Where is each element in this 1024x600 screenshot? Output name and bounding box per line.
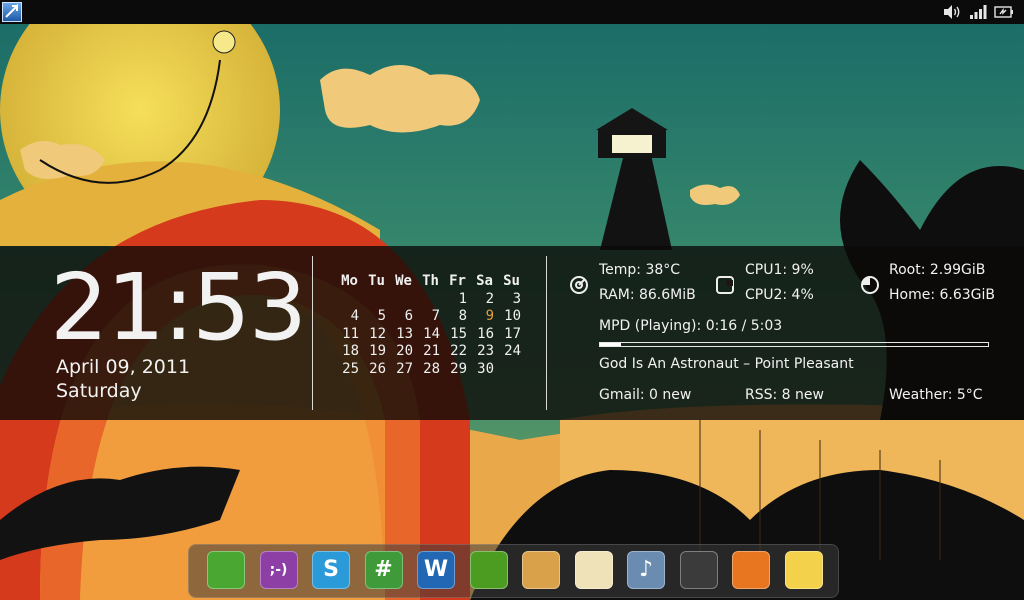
calendar-day: 30 bbox=[477, 360, 494, 377]
calendar-day: 21 bbox=[423, 343, 440, 359]
signal-icon[interactable] bbox=[969, 4, 987, 20]
gmail-count: Gmail: 0 new bbox=[599, 387, 692, 403]
calendar: Mo Tu We Th Fr Sa Su 1 2 3 4 5 6 7 8 9 10 11 12 13 14 15 16 17 1… bbox=[336, 273, 522, 378]
calendar-day: 12 bbox=[369, 325, 386, 342]
calendar-weekday: Th bbox=[422, 273, 439, 289]
divider bbox=[312, 256, 313, 410]
skype-icon[interactable]: S bbox=[312, 551, 350, 589]
volume-icon[interactable] bbox=[942, 4, 962, 20]
calendar-weekday: Tu bbox=[368, 273, 385, 289]
calendar-day: 23 bbox=[477, 343, 494, 359]
paint-icon[interactable] bbox=[522, 551, 560, 589]
calendar-today: 9 bbox=[485, 308, 494, 324]
cpu2-readout: CPU2: 4% bbox=[745, 287, 814, 303]
calendar-day: 20 bbox=[396, 343, 413, 359]
calendar-day: 10 bbox=[504, 308, 521, 324]
gwibber-icon[interactable] bbox=[207, 551, 245, 589]
calendar-day bbox=[336, 291, 363, 309]
calendar-day: 26 bbox=[369, 360, 386, 377]
disk-icon bbox=[860, 275, 880, 299]
calendar-day: 8 bbox=[458, 308, 467, 324]
pidgin-icon[interactable]: ;-) bbox=[259, 551, 298, 589]
calendar-day: 4 bbox=[350, 308, 359, 324]
top-panel bbox=[0, 0, 1024, 24]
divider bbox=[546, 256, 547, 410]
calendar-day: 24 bbox=[504, 343, 521, 359]
calendar-day: 25 bbox=[342, 360, 359, 377]
calendar-day bbox=[390, 291, 417, 309]
phone-icon[interactable] bbox=[469, 551, 508, 589]
calendar-day: 2 bbox=[485, 290, 494, 307]
calendar-day: 18 bbox=[342, 343, 359, 359]
hashtag-icon[interactable]: # bbox=[364, 551, 403, 589]
temperature-gauge-icon bbox=[569, 275, 589, 299]
calendar-week: 11 12 13 14 15 16 17 bbox=[336, 326, 522, 344]
mail-icon[interactable] bbox=[574, 551, 613, 589]
calendar-day bbox=[363, 291, 390, 309]
dropbox-icon[interactable] bbox=[784, 551, 823, 589]
mpd-progress-bar bbox=[599, 342, 989, 347]
calendar-day: 27 bbox=[396, 360, 413, 377]
writer-icon[interactable]: W bbox=[417, 551, 455, 589]
calendar-day: 17 bbox=[504, 325, 521, 342]
itunes-icon[interactable]: ♪ bbox=[627, 551, 665, 589]
calendar-weekday: We bbox=[395, 273, 412, 289]
calendar-week: 1 2 3 bbox=[336, 291, 522, 309]
calendar-day: 7 bbox=[431, 308, 440, 324]
calendar-day: 22 bbox=[450, 343, 467, 359]
now-playing-track: God Is An Astronaut – Point Pleasant bbox=[599, 356, 854, 372]
calendar-day: 15 bbox=[450, 325, 467, 342]
clock-date: April 09, 2011 bbox=[56, 356, 191, 378]
calendar-weekday: Sa bbox=[476, 273, 493, 289]
calendar-day: 19 bbox=[369, 343, 386, 359]
calendar-day: 11 bbox=[342, 325, 359, 342]
calendar-day: 13 bbox=[396, 325, 413, 342]
home-disk-readout: Home: 6.63GiB bbox=[889, 287, 996, 303]
clock-time: 21:53 bbox=[50, 254, 307, 361]
mpd-progress-fill bbox=[600, 343, 621, 346]
vlc-icon[interactable] bbox=[679, 551, 718, 589]
cpu1-readout: CPU1: 9% bbox=[745, 262, 814, 278]
ram-readout: RAM: 86.6MiB bbox=[599, 287, 696, 303]
calendar-day bbox=[417, 291, 444, 309]
calendar-weekday: Mo bbox=[341, 273, 358, 289]
calendar-day bbox=[498, 361, 525, 379]
clock-day: Saturday bbox=[56, 380, 142, 402]
rss-icon[interactable] bbox=[732, 551, 770, 589]
calendar-day: 5 bbox=[377, 308, 386, 324]
mpd-status: MPD (Playing): 0:16 / 5:03 bbox=[599, 318, 783, 334]
calendar-day: 16 bbox=[477, 325, 494, 342]
cpu-icon bbox=[715, 275, 735, 299]
calendar-header: Mo Tu We Th Fr Sa Su bbox=[336, 273, 522, 291]
calendar-week: 25 26 27 28 29 30 bbox=[336, 361, 522, 379]
rss-count: RSS: 8 new bbox=[745, 387, 824, 403]
calendar-day: 14 bbox=[423, 325, 440, 342]
temp-readout: Temp: 38°C bbox=[599, 262, 681, 278]
calendar-weekday: Fr bbox=[449, 273, 466, 289]
calendar-weekday: Su bbox=[503, 273, 520, 289]
app-menu-icon[interactable] bbox=[2, 2, 22, 22]
calendar-day: 28 bbox=[423, 360, 440, 377]
root-disk-readout: Root: 2.99GiB bbox=[889, 262, 986, 278]
calendar-day: 29 bbox=[450, 360, 467, 377]
battery-icon[interactable] bbox=[994, 4, 1014, 20]
calendar-week: 4 5 6 7 8 9 10 bbox=[336, 308, 522, 326]
calendar-day: 6 bbox=[404, 308, 413, 324]
calendar-day: 3 bbox=[512, 290, 521, 307]
weather-readout: Weather: 5°C bbox=[889, 387, 983, 403]
calendar-week: 18 19 20 21 22 23 24 bbox=[336, 343, 522, 361]
calendar-day: 1 bbox=[458, 290, 467, 307]
